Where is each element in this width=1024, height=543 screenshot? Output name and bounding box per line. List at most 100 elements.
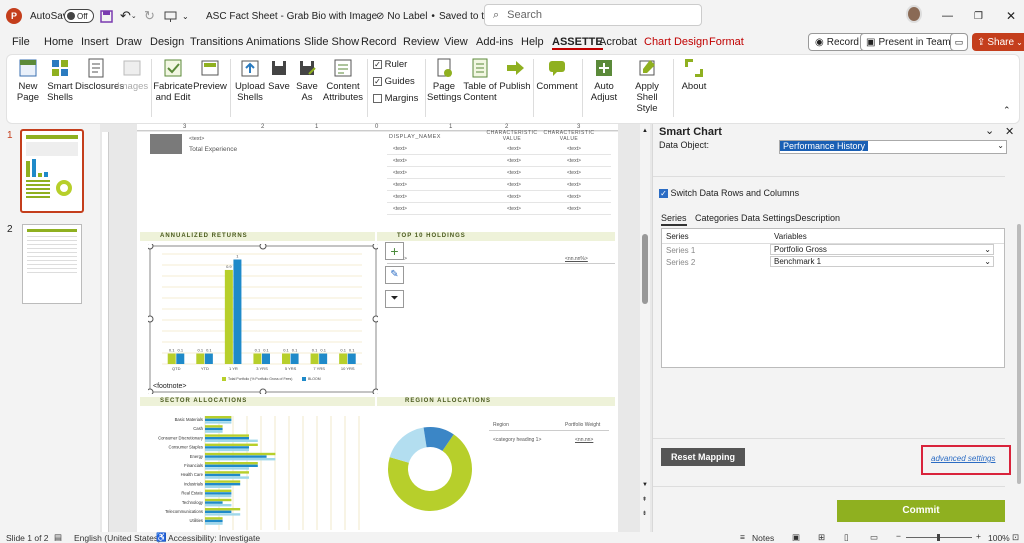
notes-button[interactable]: Notes bbox=[752, 533, 774, 543]
tab-data-settings[interactable]: Data Settings bbox=[741, 213, 795, 223]
save-as-button[interactable]: Save As bbox=[293, 57, 321, 103]
zoom-slider[interactable] bbox=[906, 534, 972, 541]
vertical-scrollbar[interactable]: ▲ ▼ ⇞ ⇟ bbox=[640, 124, 650, 532]
minimize-icon[interactable]: — bbox=[942, 6, 953, 26]
ruler-checkbox[interactable]: ✓ Ruler bbox=[373, 59, 407, 70]
tab-format[interactable]: Format bbox=[709, 36, 744, 48]
region-allocations-donut[interactable] bbox=[385, 424, 475, 514]
data-label: 0.1 bbox=[263, 348, 269, 353]
scrollbar-thumb[interactable] bbox=[1017, 224, 1021, 484]
redo-icon[interactable]: ↻ bbox=[144, 6, 155, 26]
preview-button[interactable]: Preview bbox=[193, 57, 227, 92]
bar bbox=[205, 519, 223, 523]
data-object-select[interactable]: Performance History ⌄ bbox=[779, 140, 1007, 154]
comments-icon[interactable]: ▭ bbox=[950, 33, 968, 51]
collapse-ribbon-icon[interactable]: ⌃ bbox=[1003, 105, 1011, 116]
annualized-returns-chart[interactable]: 0.1 0.1QTD0.1 0.1YTD0.911 YR0.1 0.13 YRS0.1… bbox=[148, 244, 378, 394]
tab-acrobat[interactable]: Acrobat bbox=[599, 36, 637, 48]
scrollbar-thumb[interactable] bbox=[642, 234, 648, 304]
reading-view-icon[interactable]: ▯ bbox=[844, 532, 849, 543]
sector-allocations-chart[interactable]: Basic Materials Cash Consumer Discretionar… bbox=[141, 412, 377, 532]
save-icon[interactable] bbox=[100, 6, 113, 26]
tab-design[interactable]: Design bbox=[150, 36, 184, 48]
smart-shells-button[interactable]: Smart Shells bbox=[45, 57, 75, 103]
tab-record[interactable]: Record bbox=[361, 36, 396, 48]
autosave-toggle[interactable]: Off bbox=[64, 6, 94, 26]
top10-value: <nn.nn%> bbox=[565, 256, 588, 262]
tab-home[interactable]: Home bbox=[44, 36, 73, 48]
slide-thumbnail-2[interactable] bbox=[22, 224, 82, 304]
tab-series[interactable]: Series bbox=[661, 213, 687, 226]
present-from-start-icon[interactable] bbox=[164, 6, 177, 26]
tab-help[interactable]: Help bbox=[521, 36, 544, 48]
publish-button[interactable]: Publish bbox=[499, 57, 531, 92]
present-in-teams-button[interactable]: ▣ Present in Teams bbox=[860, 33, 962, 51]
fabricate-and-edit-button[interactable]: Fabricate and Edit bbox=[153, 57, 193, 103]
switch-rows-columns-checkbox[interactable]: ✓ Switch Data Rows and Columns bbox=[659, 188, 799, 199]
share-button[interactable]: ⇪ Share ⌄ bbox=[972, 33, 1024, 51]
legend-label: BLOOM bbox=[308, 377, 321, 381]
tab-animations[interactable]: Animations bbox=[246, 36, 300, 48]
record-button[interactable]: ◉ Record bbox=[808, 33, 866, 51]
slideshow-icon[interactable]: ▭ bbox=[870, 532, 878, 543]
disclosures-button[interactable]: Disclosures bbox=[75, 57, 124, 92]
tab-review[interactable]: Review bbox=[403, 36, 439, 48]
reset-mapping-button[interactable]: Reset Mapping bbox=[661, 448, 745, 466]
bar bbox=[205, 427, 223, 431]
new-page-button[interactable]: New Page bbox=[11, 57, 45, 103]
close-icon[interactable]: ✕ bbox=[1006, 6, 1016, 26]
guides-checkbox[interactable]: ✓ Guides bbox=[373, 76, 415, 87]
chart-styles-button[interactable]: ✎ bbox=[385, 266, 404, 284]
zoom-out-icon[interactable]: − bbox=[896, 531, 901, 541]
region-value: <nn.nn> bbox=[575, 437, 594, 443]
apply-shell-style-button[interactable]: Apply Shell Style bbox=[625, 57, 669, 114]
variable-select[interactable]: Portfolio Gross ⌄ bbox=[770, 244, 994, 255]
fit-to-window-icon[interactable]: ⊡ bbox=[1012, 532, 1019, 543]
save-button[interactable]: Save bbox=[267, 57, 291, 92]
page-settings-button[interactable]: Page Settings bbox=[427, 57, 461, 103]
restore-icon[interactable]: ❐ bbox=[974, 6, 983, 26]
advanced-settings-link[interactable]: advanced settings bbox=[931, 454, 996, 463]
search-box[interactable]: ⌕ Search bbox=[484, 4, 702, 26]
tab-description[interactable]: Description bbox=[795, 213, 840, 223]
accessibility-status[interactable]: Accessibility: Investigate bbox=[168, 533, 260, 543]
upload-shells-button[interactable]: Upload Shells bbox=[233, 57, 267, 103]
avatar[interactable] bbox=[906, 4, 922, 24]
undo-icon[interactable]: ↶ ⌄ bbox=[120, 6, 137, 26]
slide-thumbnail-1[interactable] bbox=[20, 129, 84, 213]
tab-transitions[interactable]: Transitions bbox=[190, 36, 243, 48]
chart-filters-button[interactable]: ⏷ bbox=[385, 290, 404, 308]
zoom-slider-thumb[interactable] bbox=[937, 534, 940, 541]
slide-sorter-icon[interactable]: ⊞ bbox=[818, 532, 825, 543]
language-status[interactable]: English (United States) bbox=[74, 533, 161, 543]
about-button[interactable]: About bbox=[675, 57, 713, 92]
tab-add-ins[interactable]: Add-ins bbox=[476, 36, 513, 48]
margins-checkbox[interactable]: Margins bbox=[373, 93, 418, 104]
commit-button[interactable]: Commit bbox=[837, 500, 1005, 522]
customize-qat-icon[interactable]: ⌄ bbox=[182, 6, 189, 26]
spelling-icon[interactable]: ▤ bbox=[54, 532, 62, 543]
table-cell: <text> bbox=[393, 182, 407, 188]
chart-elements-button[interactable]: + bbox=[385, 242, 404, 260]
comment-button[interactable]: Comment bbox=[535, 57, 579, 92]
tab-file[interactable]: File bbox=[12, 36, 30, 48]
tab-draw[interactable]: Draw bbox=[116, 36, 142, 48]
tab-assette[interactable]: ASSETTE bbox=[552, 36, 603, 50]
tab-chart-design[interactable]: Chart Design bbox=[644, 36, 708, 48]
images-button[interactable]: Images bbox=[117, 57, 148, 92]
y-tick-label: Health Care bbox=[181, 472, 204, 477]
zoom-level[interactable]: 100% bbox=[988, 533, 1010, 543]
variable-select[interactable]: Benchmark 1 ⌄ bbox=[770, 256, 994, 267]
zoom-in-icon[interactable]: + bbox=[976, 531, 981, 541]
pane-scrollbar[interactable] bbox=[1015, 124, 1024, 532]
tab-categories[interactable]: Categories bbox=[695, 213, 739, 223]
content-attributes-button[interactable]: Content Attributes bbox=[321, 57, 365, 103]
chevron-down-icon[interactable]: ⌄ bbox=[985, 124, 994, 137]
normal-view-icon[interactable]: ▣ bbox=[792, 532, 800, 543]
tab-view[interactable]: View bbox=[444, 36, 468, 48]
auto-adjust-button[interactable]: Auto Adjust bbox=[585, 57, 623, 103]
tab-insert[interactable]: Insert bbox=[81, 36, 109, 48]
tab-slide-show[interactable]: Slide Show bbox=[304, 36, 359, 48]
table-of-content-button[interactable]: Table of Content bbox=[461, 57, 499, 103]
close-icon[interactable]: ✕ bbox=[1005, 125, 1014, 138]
